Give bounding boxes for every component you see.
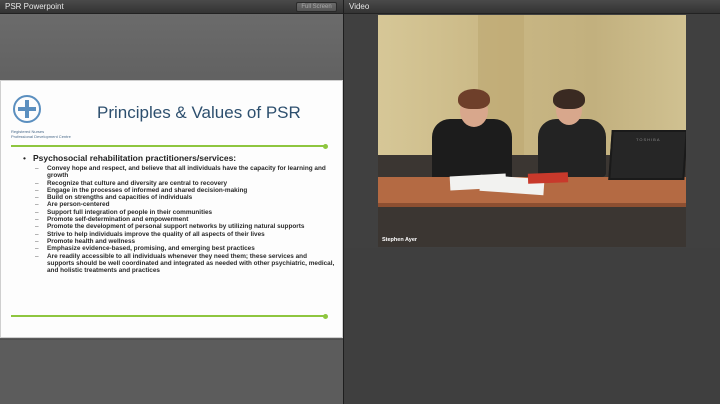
medical-cross-icon xyxy=(13,95,41,123)
list-item: Recognize that culture and diversity are… xyxy=(35,180,335,188)
powerpoint-header: PSR Powerpoint Full Screen xyxy=(0,0,343,14)
title-divider xyxy=(11,145,325,147)
bullet-dot: • xyxy=(23,153,26,163)
video-table-edge xyxy=(378,203,686,207)
list-item: Build on strengths and capacities of ind… xyxy=(35,194,335,202)
video-header: Video xyxy=(344,0,720,14)
fullscreen-button[interactable]: Full Screen xyxy=(296,2,337,12)
title-divider-dot xyxy=(323,143,328,149)
presenter-right-hair xyxy=(553,89,585,109)
laptop-brand: TOSHIBA xyxy=(636,137,661,142)
presenter-right-body xyxy=(538,119,606,177)
powerpoint-panel: PSR Powerpoint Full Screen Registered Nu… xyxy=(0,0,343,404)
list-item: Support full integration of people in th… xyxy=(35,209,335,217)
video-title: Video xyxy=(349,2,370,11)
logo-line-2: Professional Development Centre xyxy=(11,134,71,139)
video-panel-empty-area xyxy=(344,248,720,404)
list-item: Engage in the processes of informed and … xyxy=(35,187,335,195)
presentation-slide: Registered Nurses Professional Developme… xyxy=(0,80,343,338)
slide-title: Principles & Values of PSR xyxy=(97,103,301,122)
sub-bullet-list: Convey hope and respect, and believe tha… xyxy=(35,165,335,274)
list-item: Promote health and wellness xyxy=(35,238,335,246)
red-folder xyxy=(527,172,569,184)
speaker-caption: Stephen Ayer xyxy=(382,237,418,243)
list-item: Strive to help individuals improve the q… xyxy=(35,231,335,239)
presenter-left-hair xyxy=(458,89,490,109)
list-item: Convey hope and respect, and believe tha… xyxy=(35,165,335,180)
list-item: Are person-centered xyxy=(35,201,335,209)
list-item: Emphasize evidence-based, promising, and… xyxy=(35,245,335,253)
footer-divider xyxy=(11,315,325,317)
powerpoint-title: PSR Powerpoint xyxy=(5,2,64,11)
list-item: Promote self-determination and empowerme… xyxy=(35,216,335,224)
video-panel: Video TOSHIBA Stephen Ayer xyxy=(344,0,720,404)
video-player[interactable]: TOSHIBA Stephen Ayer xyxy=(378,15,686,247)
footer-divider-dot xyxy=(323,313,328,319)
main-bullet-text: Psychosocial rehabilitation practitioner… xyxy=(33,153,237,163)
main-bullet: • Psychosocial rehabilitation practitione… xyxy=(23,153,236,163)
slide-lower-area xyxy=(0,339,343,404)
list-item: Are readily accessible to all individual… xyxy=(35,253,335,275)
list-item: Promote the development of personal supp… xyxy=(35,223,335,231)
rnpdc-logo: Registered Nurses Professional Developme… xyxy=(11,95,83,141)
